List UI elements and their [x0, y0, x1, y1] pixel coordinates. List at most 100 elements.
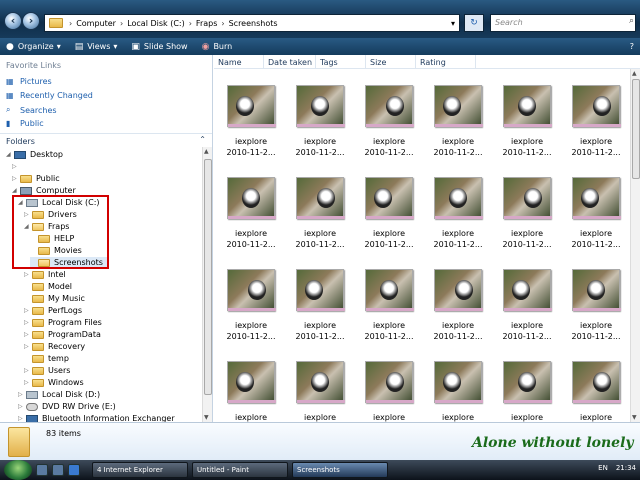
tree-item-users[interactable]: ▷ Users	[24, 365, 70, 376]
tree-item-public[interactable]: ▷ Public	[12, 173, 60, 184]
dropdown-icon[interactable]: ▾	[451, 19, 455, 28]
drive-icon	[26, 390, 38, 399]
start-button[interactable]	[4, 460, 32, 480]
tree-item-temp[interactable]: temp	[24, 353, 69, 364]
crumb-screenshots[interactable]: Screenshots	[229, 19, 278, 28]
column-date-taken[interactable]: Date taken	[264, 55, 316, 69]
file-item[interactable]: iexplore 2010-11-2...	[359, 177, 419, 249]
file-item[interactable]: iexplore 2010-11-2...	[497, 85, 557, 157]
file-item[interactable]: iexplore 2010-11-2...	[497, 269, 557, 341]
tree-item-blank[interactable]: ▷	[12, 161, 20, 172]
image-caption-strip	[504, 400, 552, 403]
task-internet-explorer[interactable]: 4 Internet Explorer	[92, 462, 188, 478]
image-caption-strip	[573, 400, 621, 403]
file-item[interactable]: iexplore 2010-11-2...	[566, 269, 626, 341]
refresh-button[interactable]: ↻	[464, 14, 484, 32]
forward-button[interactable]: ›	[22, 12, 40, 30]
show-desktop-icon[interactable]	[36, 464, 48, 476]
dvd-icon	[26, 402, 38, 411]
file-item[interactable]: iexplore 2010-11-2...	[497, 177, 557, 249]
organize-button[interactable]: ● Organize ▾	[6, 42, 61, 52]
file-item[interactable]: iexplore 2010-11-2...	[290, 177, 350, 249]
burn-button[interactable]: ◉ Burn	[202, 42, 233, 52]
chevron-down-icon: ▾	[113, 42, 118, 51]
slideshow-button[interactable]: ▣ Slide Show	[131, 42, 187, 52]
column-tags[interactable]: Tags	[316, 55, 366, 69]
panda-image	[386, 96, 404, 116]
crumb-fraps[interactable]: Fraps	[196, 19, 217, 28]
tree-scrollbar[interactable]: ▲ ▼	[202, 147, 212, 422]
crumb-local-disk[interactable]: Local Disk (C:)	[127, 19, 185, 28]
folders-header[interactable]: Folders ⌃	[0, 133, 212, 147]
scroll-up-icon[interactable]: ▲	[204, 148, 209, 155]
chevron-right-icon: ›	[119, 18, 124, 28]
file-date: 2010-11-2...	[295, 240, 345, 249]
views-button[interactable]: ▤ Views ▾	[75, 42, 118, 52]
task-paint[interactable]: Untitled - Paint	[192, 462, 288, 478]
scrollbar-thumb[interactable]	[632, 79, 640, 179]
file-item[interactable]: iexplore 2010-11-2...	[428, 85, 488, 157]
column-rating[interactable]: Rating	[416, 55, 476, 69]
file-item[interactable]: iexplore 2010-11-2...	[290, 85, 350, 157]
file-item[interactable]: iexplore 2010-11-2...	[359, 85, 419, 157]
image-caption-strip	[228, 216, 276, 219]
tree-item-program-files[interactable]: ▷ Program Files	[24, 317, 102, 328]
back-button[interactable]: ‹	[4, 12, 22, 30]
file-item[interactable]: iexplore 2010-11-2...	[221, 85, 281, 157]
search-input[interactable]: Search	[490, 14, 636, 32]
favorite-public[interactable]: ▮ Public	[6, 119, 44, 128]
clock[interactable]: 21:34	[616, 464, 636, 472]
column-name[interactable]: Name	[214, 55, 264, 69]
tree-label: Windows	[48, 378, 84, 387]
panda-image	[443, 372, 461, 392]
search-icon[interactable]: ⌕	[629, 16, 634, 26]
column-size[interactable]: Size	[366, 55, 416, 69]
ie-quicklaunch-icon[interactable]	[68, 464, 80, 476]
tree-item-model[interactable]: Model	[24, 281, 72, 292]
file-item[interactable]: iexplore 2010-11-2...	[428, 177, 488, 249]
expand-icon: ◢	[6, 151, 11, 158]
tree-item-local-disk-d[interactable]: ▷ Local Disk (D:)	[18, 389, 100, 400]
tree-item-dvd-drive[interactable]: ▷ DVD RW Drive (E:)	[18, 401, 116, 412]
image-thumbnail	[503, 361, 552, 403]
tree-item-intel[interactable]: ▷ Intel	[24, 269, 66, 280]
task-screenshots[interactable]: Screenshots	[292, 462, 388, 478]
language-indicator[interactable]: EN	[598, 464, 608, 472]
file-item[interactable]: iexplore 2010-11-2...	[359, 269, 419, 341]
file-name: iexplore	[235, 229, 267, 238]
tree-item-programdata[interactable]: ▷ ProgramData	[24, 329, 101, 340]
panda-image	[443, 96, 461, 116]
scroll-up-icon[interactable]: ▲	[632, 70, 637, 77]
panda-image	[518, 372, 536, 392]
file-item[interactable]: iexplore 2010-11-2...	[221, 269, 281, 341]
favorite-pictures[interactable]: ▦ Pictures	[6, 77, 52, 86]
tree-label: temp	[48, 354, 69, 363]
help-icon[interactable]: ?	[630, 42, 634, 51]
file-item[interactable]: iexplore 2010-11-2...	[290, 269, 350, 341]
favorite-searches[interactable]: ⌕ Searches	[6, 105, 57, 115]
file-date: 2010-11-2...	[502, 332, 552, 341]
favorite-links-title: Favorite Links	[6, 61, 62, 70]
file-item[interactable]: iexplore 2010-11-2...	[221, 177, 281, 249]
switch-windows-icon[interactable]	[52, 464, 64, 476]
file-item[interactable]: iexplore 2010-11-2...	[566, 177, 626, 249]
tree-label: Recovery	[48, 342, 86, 351]
tree-item-my-music[interactable]: My Music	[24, 293, 85, 304]
crumb-computer[interactable]: Computer	[76, 19, 116, 28]
scroll-down-icon[interactable]: ▼	[632, 414, 637, 421]
tree-item-recovery[interactable]: ▷ Recovery	[24, 341, 85, 352]
tree-item-perflogs[interactable]: ▷ PerfLogs	[24, 305, 82, 316]
burn-label: Burn	[213, 42, 233, 51]
tree-item-desktop[interactable]: ◢ Desktop	[6, 149, 63, 160]
scroll-down-icon[interactable]: ▼	[204, 414, 209, 421]
image-caption-strip	[228, 400, 276, 403]
breadcrumb[interactable]: › Computer › Local Disk (C:) › Fraps › S…	[44, 14, 460, 32]
tree-item-windows[interactable]: ▷ Windows	[24, 377, 84, 388]
image-thumbnail	[227, 85, 276, 127]
favorite-recently-changed[interactable]: ▦ Recently Changed	[6, 91, 93, 100]
content-scrollbar[interactable]: ▲ ▼	[630, 69, 640, 422]
scrollbar-thumb[interactable]	[204, 159, 212, 395]
file-item[interactable]: iexplore 2010-11-2...	[566, 85, 626, 157]
file-item[interactable]: iexplore 2010-11-2...	[428, 269, 488, 341]
panda-image	[512, 280, 530, 300]
